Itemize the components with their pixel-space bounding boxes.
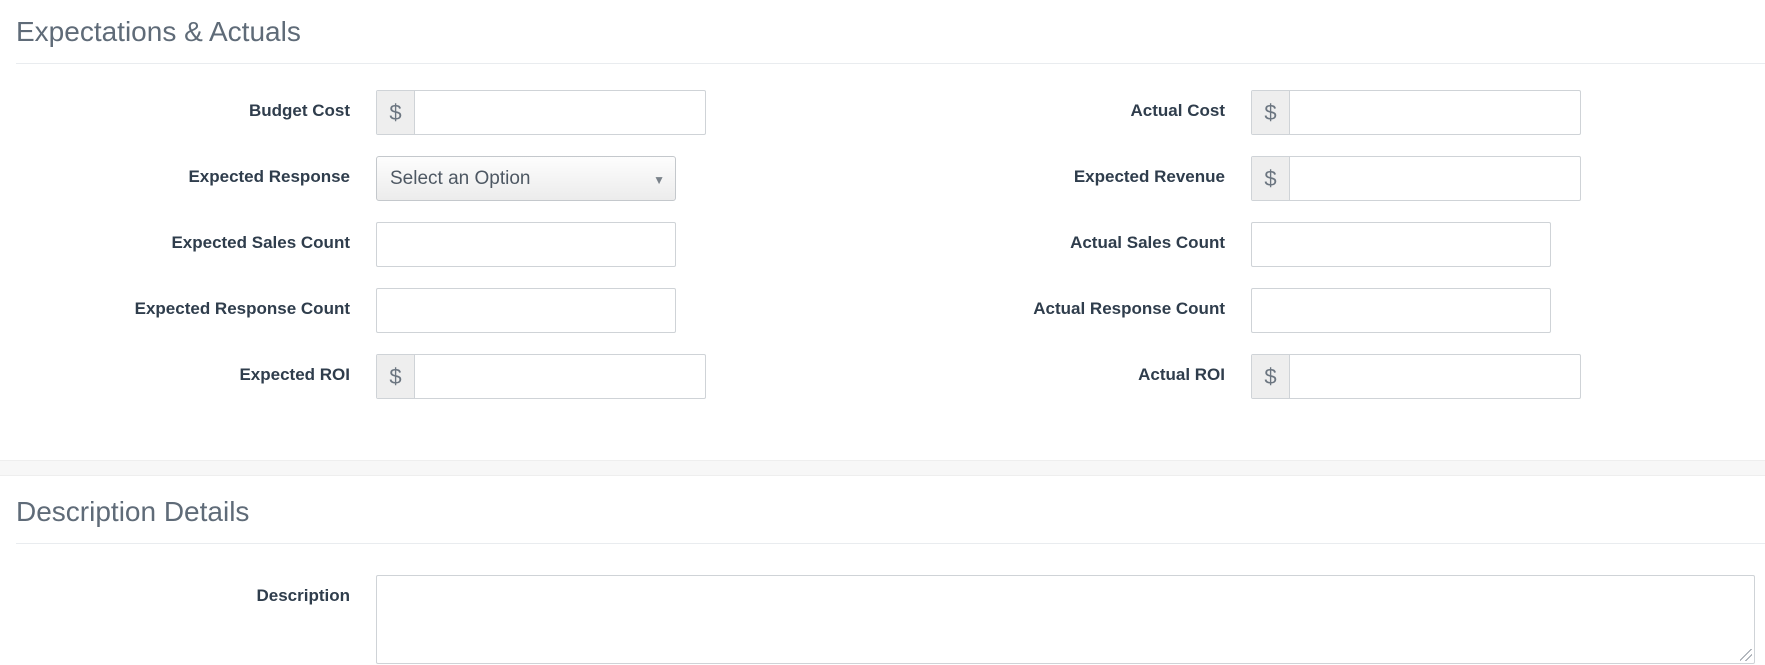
expected-roi-input-group: $	[376, 354, 706, 399]
actual-cost-label: Actual Cost	[1130, 101, 1225, 120]
currency-addon: $	[1252, 91, 1290, 134]
actual-sales-count-label: Actual Sales Count	[1070, 233, 1225, 252]
expected-response-label: Expected Response	[188, 167, 350, 186]
actual-sales-count-input[interactable]	[1251, 222, 1551, 267]
section-title-expectations: Expectations & Actuals	[16, 16, 301, 47]
currency-addon: $	[1252, 355, 1290, 398]
actual-roi-input[interactable]	[1290, 355, 1580, 398]
caret-down-icon: ▼	[653, 173, 665, 187]
section-separator	[0, 460, 1765, 476]
expected-response-count-input[interactable]	[376, 288, 676, 333]
expected-revenue-input[interactable]	[1290, 157, 1580, 200]
actual-cost-input[interactable]	[1290, 91, 1580, 134]
expected-response-select[interactable]: Select an Option ▼	[376, 156, 676, 201]
budget-cost-input-group: $	[376, 90, 706, 135]
expected-response-count-label: Expected Response Count	[134, 299, 350, 318]
description-label: Description	[256, 586, 350, 605]
expectations-actuals-section: Expectations & Actuals Budget Cost $ Act…	[0, 0, 1765, 460]
expected-response-selected-value: Select an Option	[390, 167, 531, 189]
section-divider	[16, 543, 1765, 544]
currency-addon: $	[377, 355, 415, 398]
expected-revenue-input-group: $	[1251, 156, 1581, 201]
resize-handle-icon[interactable]	[1740, 649, 1752, 661]
section-title-description: Description Details	[16, 496, 250, 527]
budget-cost-label: Budget Cost	[248, 101, 350, 120]
actual-roi-label: Actual ROI	[1138, 365, 1225, 384]
section-divider	[16, 63, 1765, 64]
currency-addon: $	[377, 91, 415, 134]
actual-response-count-input[interactable]	[1251, 288, 1551, 333]
currency-addon: $	[1252, 157, 1290, 200]
expected-sales-count-input[interactable]	[376, 222, 676, 267]
budget-cost-input[interactable]	[415, 91, 705, 134]
actual-cost-input-group: $	[1251, 90, 1581, 135]
expected-roi-label: Expected ROI	[239, 365, 350, 384]
expected-roi-input[interactable]	[415, 355, 705, 398]
description-details-section: Description Details Description	[0, 476, 1765, 665]
expected-revenue-label: Expected Revenue	[1073, 167, 1225, 186]
actual-response-count-label: Actual Response Count	[1033, 299, 1225, 318]
actual-roi-input-group: $	[1251, 354, 1581, 399]
expected-sales-count-label: Expected Sales Count	[171, 233, 350, 252]
description-textarea[interactable]	[376, 575, 1755, 664]
